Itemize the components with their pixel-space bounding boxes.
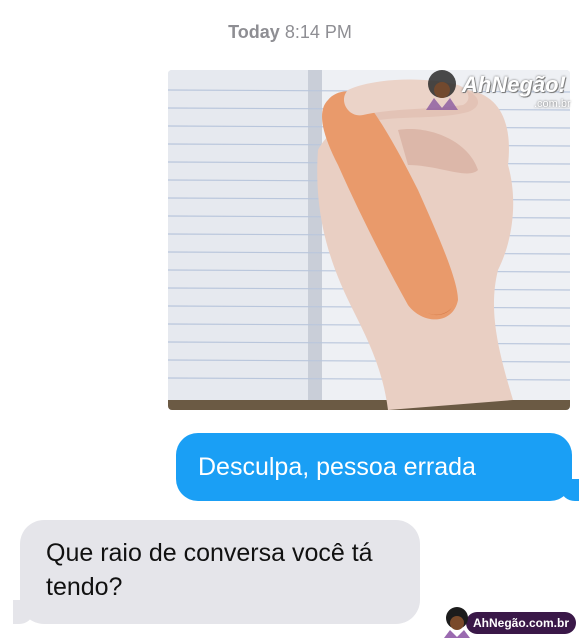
footer-watermark-badge: AhNegão.com.br xyxy=(466,612,576,634)
mascot-icon xyxy=(444,607,470,638)
watermark-logo: AhNegão! .com.br xyxy=(420,66,580,122)
sent-message-bubble[interactable]: Desculpa, pessoa errada xyxy=(176,433,579,501)
message-timestamp: Today 8:14 PM xyxy=(0,22,580,43)
received-message-bubble[interactable]: Que raio de conversa você tá tendo? xyxy=(13,520,420,624)
sent-message-text: Desculpa, pessoa errada xyxy=(198,452,476,481)
watermark-domain: .com.br xyxy=(534,98,571,110)
timestamp-time: 8:14 PM xyxy=(284,22,352,42)
footer-watermark: AhNegão.com.br xyxy=(440,606,578,638)
received-message-text: Que raio de conversa você tá tendo? xyxy=(46,539,373,601)
mascot-icon xyxy=(426,70,458,110)
watermark-text: AhNegão! xyxy=(462,72,566,97)
timestamp-day: Today xyxy=(228,22,280,42)
